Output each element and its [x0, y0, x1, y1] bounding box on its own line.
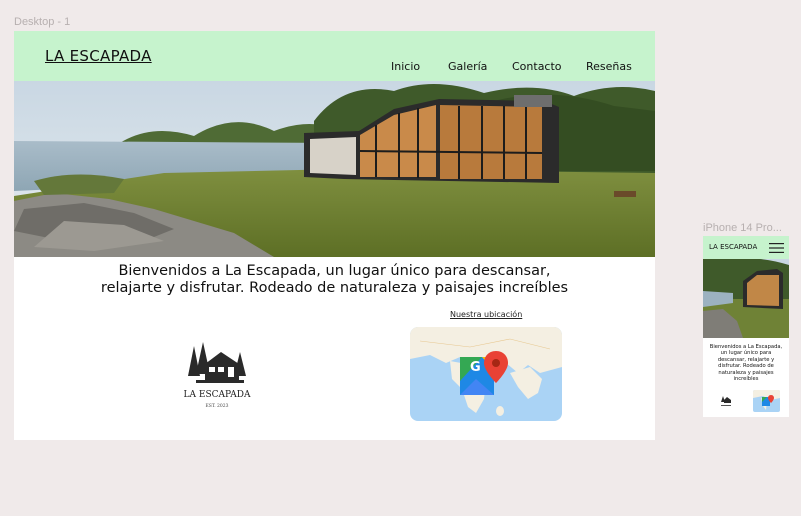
phone-map-image[interactable]	[753, 390, 780, 412]
welcome-line-1: Bienvenidos a La Escapada, un lugar únic…	[118, 263, 551, 279]
nav-galeria[interactable]: Galería	[448, 60, 487, 73]
logo-est: EST. 2023	[205, 403, 228, 409]
phone-brand[interactable]: LA ESCAPADA	[709, 243, 757, 251]
hero-image	[14, 81, 655, 257]
nav-resenas[interactable]: Reseñas	[586, 60, 632, 73]
phone-frame-label[interactable]: iPhone 14 Pro...	[703, 222, 782, 234]
desktop-frame[interactable]: LA ESCAPADA Inicio Galería Contacto Rese…	[14, 31, 655, 440]
brand-link[interactable]: LA ESCAPADA	[45, 47, 152, 65]
phone-header: LA ESCAPADA	[703, 236, 789, 259]
site-header: LA ESCAPADA Inicio Galería Contacto Rese…	[14, 31, 655, 81]
svg-text:G: G	[470, 360, 481, 375]
nav-contacto[interactable]: Contacto	[512, 60, 562, 73]
phone-frame[interactable]: LA ESCAPADA Bienvenidos a La Escapada, u…	[703, 236, 789, 417]
phone-hero-image	[703, 259, 789, 338]
nav-inicio[interactable]: Inicio	[391, 60, 420, 73]
phone-cabin-logo-icon	[721, 396, 731, 406]
welcome-text: Bienvenidos a La Escapada, un lugar únic…	[14, 263, 655, 297]
map-image[interactable]: G	[410, 327, 562, 421]
phone-welcome-text: Bienvenidos a La Escapada, un lugar únic…	[709, 344, 783, 383]
hamburger-icon[interactable]	[769, 242, 784, 254]
map-location-link[interactable]: Nuestra ubicación	[450, 310, 522, 319]
cabin-logo-icon: LA ESCAPADA EST. 2023	[184, 342, 251, 409]
welcome-line-2: relajarte y disfrutar. Rodeado de natura…	[100, 280, 569, 296]
desktop-frame-label[interactable]: Desktop - 1	[14, 16, 70, 28]
logo-name: LA ESCAPADA	[184, 390, 251, 400]
